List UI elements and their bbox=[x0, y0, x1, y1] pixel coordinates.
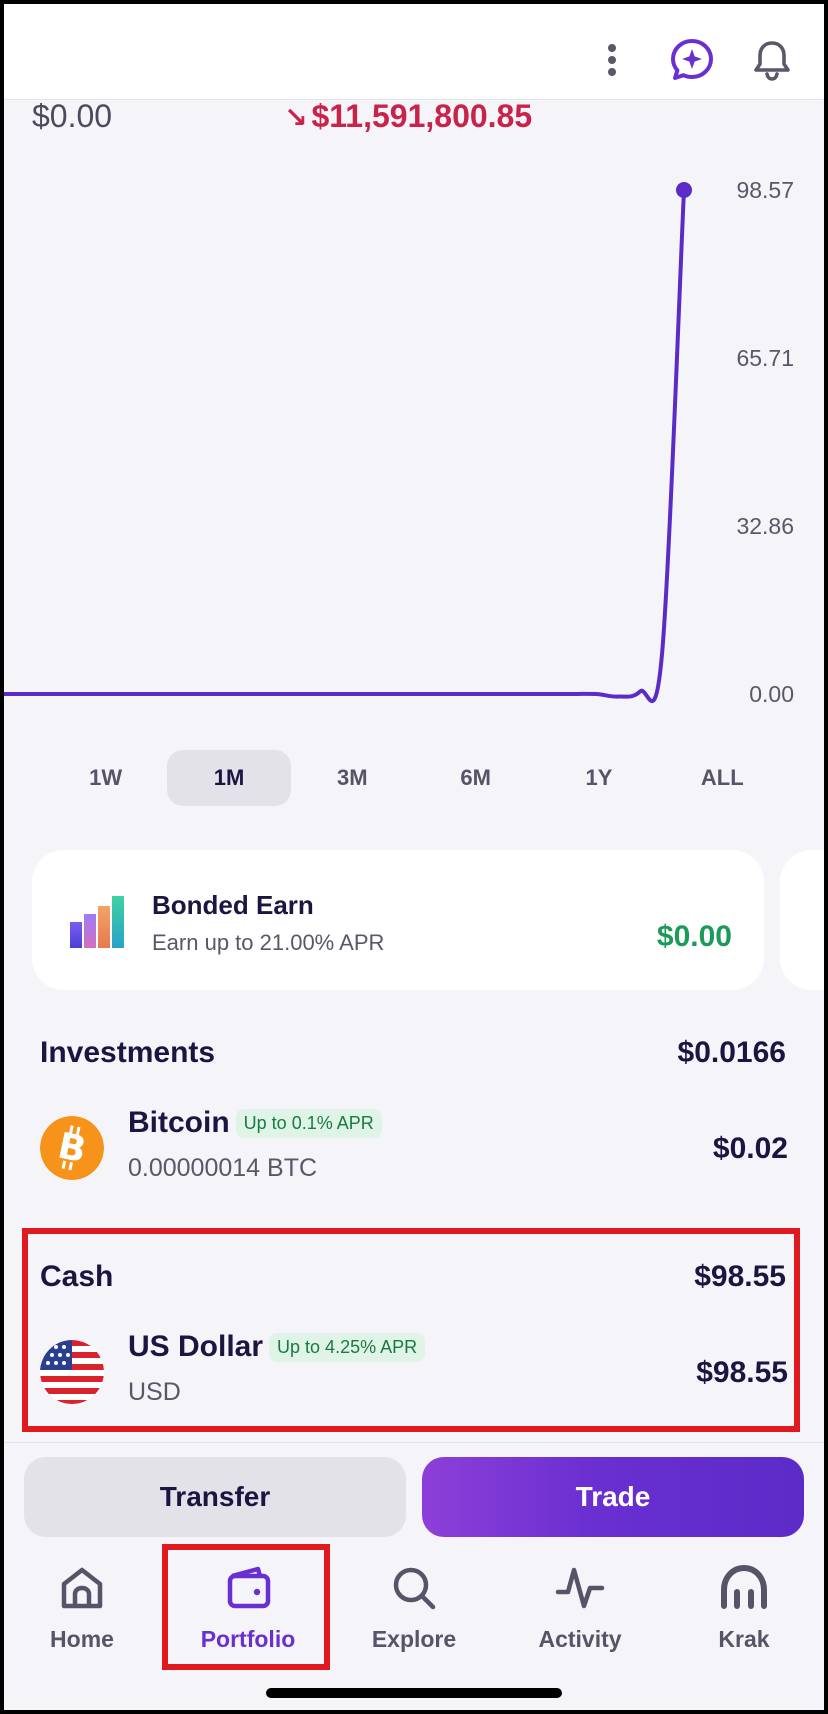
next-card-peek[interactable] bbox=[780, 850, 828, 990]
nav-label-home: Home bbox=[50, 1626, 114, 1652]
asset-name: Bitcoin Up to 0.1% APR bbox=[128, 1106, 382, 1140]
transfer-button[interactable]: Transfer bbox=[24, 1457, 406, 1537]
nav-label-portfolio: Portfolio bbox=[200, 1626, 296, 1652]
balance-change-value: $11,591,800.85 bbox=[311, 98, 533, 134]
asset-name-text: US Dollar bbox=[128, 1330, 264, 1363]
nav-label-activity: Activity bbox=[538, 1626, 622, 1652]
investments-total: $0.0166 bbox=[677, 1036, 786, 1069]
arrow-down-right-icon: ↘ bbox=[284, 102, 308, 133]
nav-item-portfolio[interactable]: Portfolio bbox=[178, 1562, 318, 1682]
latest-value-dot bbox=[676, 182, 692, 198]
bar-chart-icon bbox=[70, 896, 124, 948]
portfolio-value-line bbox=[2, 188, 686, 704]
balance-change: ↘ $11,591,800.85 bbox=[284, 98, 532, 135]
asset-value: $0.02 bbox=[712, 1132, 788, 1165]
bell-icon bbox=[754, 41, 790, 81]
asset-name-text: Bitcoin bbox=[128, 1106, 230, 1139]
y-tick-label: 98.57 bbox=[736, 177, 794, 203]
action-bar: Transfer Trade bbox=[0, 1442, 828, 1542]
time-range-tabs: 1W 1M 3M 6M 1Y ALL bbox=[44, 750, 784, 808]
krak-icon bbox=[721, 1564, 767, 1609]
y-tick-label: 0.00 bbox=[749, 681, 794, 707]
home-icon bbox=[61, 1567, 103, 1609]
ai-assistant-button[interactable] bbox=[660, 28, 724, 92]
range-tab-6m[interactable]: 6M bbox=[414, 750, 537, 806]
activity-icon bbox=[555, 1567, 605, 1609]
apr-badge: Up to 4.25% APR bbox=[269, 1332, 426, 1362]
asset-row-bitcoin[interactable]: B Bitcoin Up to 0.1% APR 0.00000014 BTC … bbox=[40, 1104, 788, 1194]
nav-item-activity[interactable]: Activity bbox=[510, 1562, 650, 1682]
asset-name: US Dollar Up to 4.25% APR bbox=[128, 1330, 426, 1364]
y-tick-label: 32.86 bbox=[736, 513, 794, 539]
bitcoin-icon: B bbox=[40, 1116, 104, 1180]
nav-label-krak: Krak bbox=[718, 1626, 770, 1652]
search-icon bbox=[393, 1567, 436, 1610]
asset-amount: USD bbox=[128, 1378, 181, 1406]
ai-assistant-icon bbox=[671, 39, 713, 80]
cash-total: $98.55 bbox=[694, 1260, 786, 1293]
investments-title: Investments bbox=[40, 1036, 216, 1069]
trade-button[interactable]: Trade bbox=[422, 1457, 804, 1537]
portfolio-chart[interactable]: 98.57 65.71 32.86 0.00 bbox=[0, 150, 828, 720]
nav-item-explore[interactable]: Explore bbox=[344, 1562, 484, 1682]
range-tab-1w[interactable]: 1W bbox=[44, 750, 167, 806]
asset-value: $98.55 bbox=[696, 1356, 788, 1389]
earn-value: $0.00 bbox=[656, 920, 732, 953]
more-vertical-icon bbox=[608, 44, 616, 76]
us-flag-icon bbox=[40, 1340, 104, 1404]
asset-row-us-dollar[interactable]: US Dollar Up to 4.25% APR USD $98.55 bbox=[40, 1328, 788, 1418]
nav-label-explore: Explore bbox=[371, 1626, 457, 1652]
cash-title: Cash bbox=[40, 1260, 114, 1293]
range-tab-1y[interactable]: 1Y bbox=[537, 750, 660, 806]
y-tick-label: 65.71 bbox=[736, 345, 794, 371]
range-tab-all[interactable]: ALL bbox=[661, 750, 784, 806]
earn-title: Bonded Earn bbox=[152, 890, 314, 920]
wallet-icon bbox=[227, 1566, 271, 1609]
apr-badge: Up to 0.1% APR bbox=[235, 1108, 382, 1138]
start-balance: $0.00 bbox=[32, 98, 113, 134]
bonded-earn-card[interactable]: Bonded Earn Earn up to 21.00% APR $0.00 bbox=[32, 850, 764, 990]
range-tab-3m[interactable]: 3M bbox=[291, 750, 414, 806]
nav-item-krak[interactable]: Krak bbox=[674, 1562, 814, 1682]
asset-amount: 0.00000014 BTC bbox=[128, 1154, 318, 1182]
notifications-button[interactable] bbox=[740, 28, 804, 92]
top-bar bbox=[0, 0, 828, 100]
more-options-button[interactable] bbox=[580, 28, 644, 92]
earn-subtitle: Earn up to 21.00% APR bbox=[152, 930, 385, 955]
nav-item-home[interactable]: Home bbox=[12, 1562, 152, 1682]
range-tab-1m[interactable]: 1M bbox=[167, 750, 291, 806]
home-indicator[interactable] bbox=[266, 1688, 562, 1698]
